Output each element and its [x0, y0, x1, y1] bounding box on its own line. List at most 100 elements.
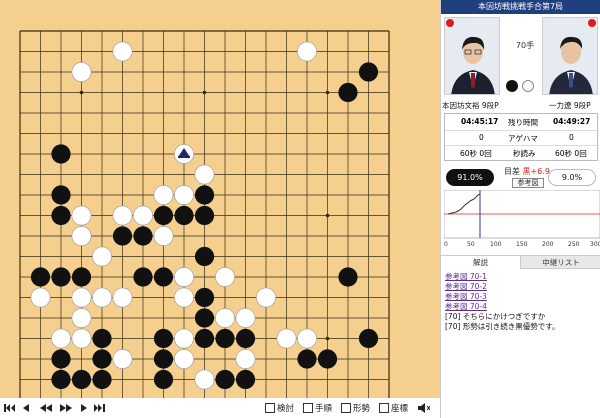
first-move-icon[interactable] [4, 402, 15, 414]
white-stone [297, 328, 317, 349]
graph-tick: 0 [444, 241, 448, 248]
black-player-flag-icon [446, 19, 454, 27]
black-stone [153, 328, 174, 349]
board-grid[interactable] [0, 0, 440, 398]
white-stone [194, 164, 215, 185]
reference-link[interactable]: 参考図 70-4 [445, 302, 597, 312]
graph-tick: 50 [467, 241, 475, 248]
diff-value: 黒+6.9 [522, 167, 550, 176]
coords-icon [379, 403, 389, 413]
moves-button[interactable]: 手順 [303, 402, 332, 414]
black-stone [194, 205, 215, 226]
white-stone [174, 185, 194, 205]
black-stone [358, 328, 379, 349]
score-difference: 目差 黒+6.9 [504, 166, 550, 177]
reference-link[interactable]: 参考図 70-2 [445, 282, 597, 292]
black-stone [71, 369, 92, 390]
captures-label: アゲハマ [508, 134, 538, 143]
black-stone [174, 205, 194, 226]
last-move-underline [178, 156, 190, 158]
next-move-icon[interactable] [80, 402, 88, 414]
white-stone [153, 226, 174, 246]
black-player-photo [444, 17, 500, 95]
white-stone [51, 328, 71, 349]
black-stone [235, 369, 256, 390]
graph-tick: 150 [516, 241, 528, 248]
black-stone [92, 369, 112, 390]
black-stone [297, 349, 317, 369]
winrate-graph: 0 50 100 150 200 250 300 [444, 190, 600, 248]
white-stone-icon [522, 80, 534, 92]
black-player-name: 本因坊文裕 9段P [442, 101, 499, 110]
white-winrate: 9.0% [548, 169, 596, 186]
white-stone [71, 308, 92, 328]
white-stone [112, 349, 133, 369]
reference-button[interactable]: 参考図 [512, 178, 544, 188]
white-stone [215, 308, 235, 328]
black-stone [51, 205, 71, 226]
black-stone [133, 267, 153, 287]
white-stone [153, 185, 174, 205]
white-player-name: 一力遼 9段P [549, 101, 591, 110]
black-stone [51, 349, 71, 369]
reference-link[interactable]: 参考図 70-3 [445, 292, 597, 302]
time-label: 残り時間 [508, 118, 538, 127]
black-stone [71, 267, 92, 287]
white-byoyomi: 60秒 0回 [555, 149, 587, 158]
white-stone [235, 349, 256, 369]
sound-icon[interactable] [418, 402, 430, 414]
black-stone [51, 267, 71, 287]
white-stone [71, 62, 92, 82]
star-point [325, 336, 330, 341]
black-stone-icon [506, 80, 518, 92]
white-stone [133, 205, 153, 226]
black-stone [51, 144, 71, 164]
white-stone [276, 328, 297, 349]
review-icon [265, 403, 275, 413]
reference-link[interactable]: 参考図 70-1 [445, 272, 597, 282]
black-stone [358, 62, 379, 82]
time-info: 04:45:17 残り時間 04:49:27 0 アゲハマ 0 60秒 0回 秒… [444, 113, 599, 161]
shape-button[interactable]: 形勢 [341, 402, 370, 414]
previous-move-icon[interactable] [22, 402, 30, 414]
playback-controls: 検討 手順 形勢 座標 [0, 398, 440, 418]
white-stone [174, 287, 194, 308]
star-point [79, 90, 84, 95]
tab-relay-list[interactable]: 中継リスト [521, 255, 600, 269]
white-stone [112, 287, 133, 308]
white-stone [194, 369, 215, 390]
graph-tick: 300 [590, 241, 600, 248]
white-time: 04:49:27 [553, 117, 591, 126]
black-stone [235, 328, 256, 349]
rewind-icon[interactable] [40, 402, 52, 414]
moves-label: 手順 [315, 404, 333, 414]
shape-icon [341, 403, 351, 413]
last-move-icon[interactable] [94, 402, 105, 414]
tab-commentary[interactable]: 解説 [441, 255, 521, 269]
moves-icon [303, 403, 313, 413]
white-stone [297, 41, 317, 62]
white-stone [71, 205, 92, 226]
black-stone [112, 226, 133, 246]
white-stone [112, 41, 133, 62]
black-time: 04:45:17 [461, 117, 499, 126]
fast-forward-icon[interactable] [60, 402, 72, 414]
star-point [325, 90, 330, 95]
black-stone [194, 308, 215, 328]
white-stone [71, 287, 92, 308]
black-stone [133, 226, 153, 246]
review-button[interactable]: 検討 [265, 402, 294, 414]
white-stone [71, 226, 92, 246]
byoyomi-label: 秒読み [513, 149, 536, 158]
win-rate: 91.0% 目差 黒+6.9 参考図 9.0% [444, 166, 598, 190]
black-stone [92, 349, 112, 369]
white-stone [71, 328, 92, 349]
graph-tick: 250 [568, 241, 580, 248]
go-board[interactable] [0, 0, 440, 398]
black-stone [153, 205, 174, 226]
coords-button[interactable]: 座標 [379, 402, 408, 414]
black-stone [194, 185, 215, 205]
panel-tabs: 解説 中継リスト [441, 255, 600, 269]
black-stone [153, 349, 174, 369]
black-stone [153, 369, 174, 390]
